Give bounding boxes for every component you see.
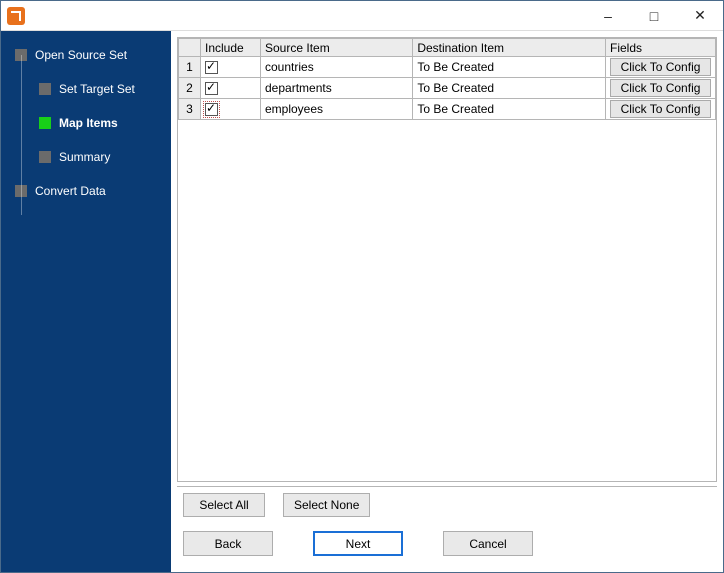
include-cell[interactable] xyxy=(201,57,261,78)
config-button[interactable]: Click To Config xyxy=(610,100,711,118)
grid-corner xyxy=(179,39,201,57)
grid-wrap: Include Source Item Destination Item Fie… xyxy=(177,37,717,482)
fields-cell: Click To Config xyxy=(606,57,716,78)
maximize-button[interactable]: □ xyxy=(631,1,677,30)
table-row: 1 countriesTo Be CreatedClick To Config xyxy=(179,57,716,78)
selection-row: Select All Select None xyxy=(177,486,717,523)
sidebar-item-box xyxy=(39,151,51,163)
sidebar-item[interactable]: Summary xyxy=(1,143,171,171)
table-row: 3 employeesTo Be CreatedClick To Config xyxy=(179,99,716,120)
destination-cell[interactable]: To Be Created xyxy=(413,57,606,78)
sidebar-item[interactable]: Map Items xyxy=(1,109,171,137)
sidebar: Open Source Set Set Target Set Map Items Su… xyxy=(1,31,171,572)
col-source[interactable]: Source Item xyxy=(261,39,413,57)
config-button[interactable]: Click To Config xyxy=(610,79,711,97)
fields-cell: Click To Config xyxy=(606,78,716,99)
include-checkbox[interactable] xyxy=(205,82,218,95)
sidebar-item-label: Convert Data xyxy=(35,184,106,198)
row-number[interactable]: 3 xyxy=(179,99,201,120)
nav-row: Back Next Cancel xyxy=(177,523,717,566)
sidebar-item-label: Summary xyxy=(59,150,110,164)
col-fields[interactable]: Fields xyxy=(606,39,716,57)
source-cell[interactable]: departments xyxy=(261,78,413,99)
select-all-button[interactable]: Select All xyxy=(183,493,265,517)
app-icon xyxy=(7,7,25,25)
sidebar-item-label: Set Target Set xyxy=(59,82,135,96)
sidebar-item-label: Map Items xyxy=(59,116,118,130)
include-checkbox[interactable] xyxy=(205,61,218,74)
include-cell[interactable] xyxy=(201,99,261,120)
source-cell[interactable]: countries xyxy=(261,57,413,78)
sidebar-item[interactable]: Open Source Set xyxy=(1,41,171,69)
col-include[interactable]: Include xyxy=(201,39,261,57)
config-button[interactable]: Click To Config xyxy=(610,58,711,76)
row-number[interactable]: 2 xyxy=(179,78,201,99)
sidebar-tree-line xyxy=(21,55,22,215)
sidebar-item-box xyxy=(39,117,51,129)
window-controls: – □ ✕ xyxy=(585,1,723,30)
table-row: 2 departmentsTo Be CreatedClick To Config xyxy=(179,78,716,99)
minimize-button[interactable]: – xyxy=(585,1,631,30)
include-cell[interactable] xyxy=(201,78,261,99)
fields-cell: Click To Config xyxy=(606,99,716,120)
sidebar-item[interactable]: Set Target Set xyxy=(1,75,171,103)
select-none-button[interactable]: Select None xyxy=(283,493,370,517)
include-checkbox[interactable] xyxy=(205,103,218,116)
cancel-button[interactable]: Cancel xyxy=(443,531,533,556)
titlebar: – □ ✕ xyxy=(1,1,723,31)
close-button[interactable]: ✕ xyxy=(677,1,723,30)
sidebar-item-label: Open Source Set xyxy=(35,48,127,62)
source-cell[interactable]: employees xyxy=(261,99,413,120)
items-grid: Include Source Item Destination Item Fie… xyxy=(178,38,716,120)
back-button[interactable]: Back xyxy=(183,531,273,556)
sidebar-item[interactable]: Convert Data xyxy=(1,177,171,205)
main: Open Source Set Set Target Set Map Items Su… xyxy=(1,31,723,572)
content: Include Source Item Destination Item Fie… xyxy=(171,31,723,572)
row-number[interactable]: 1 xyxy=(179,57,201,78)
sidebar-item-box xyxy=(39,83,51,95)
destination-cell[interactable]: To Be Created xyxy=(413,78,606,99)
next-button[interactable]: Next xyxy=(313,531,403,556)
col-destination[interactable]: Destination Item xyxy=(413,39,606,57)
destination-cell[interactable]: To Be Created xyxy=(413,99,606,120)
